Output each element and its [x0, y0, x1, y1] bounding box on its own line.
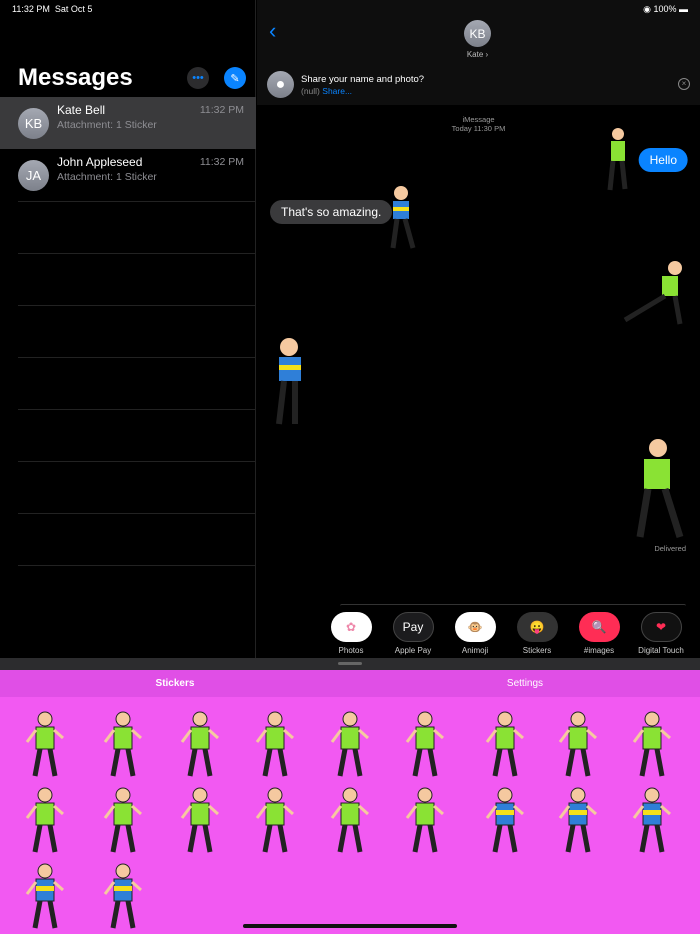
- drag-handle[interactable]: [338, 662, 362, 665]
- sticker-girl[interactable]: [15, 708, 75, 780]
- sticker-tabs: Stickers Settings: [0, 670, 700, 697]
- message-time: 11:32 PM: [199, 104, 244, 116]
- share-link[interactable]: Share...: [322, 86, 352, 96]
- message-time: 11:32 PM: [199, 156, 244, 168]
- conversation-header: ‹ KB Kate › ● Share your name and photo?…: [257, 0, 700, 105]
- apple-pay-icon: Pay: [392, 612, 434, 642]
- sticker-girl[interactable]: [622, 708, 682, 780]
- sticker-boy[interactable]: [548, 784, 608, 856]
- divider: [18, 201, 256, 202]
- more-button[interactable]: •••: [187, 67, 209, 89]
- app-stickers[interactable]: 😛 Stickers: [506, 612, 568, 655]
- close-icon[interactable]: ×: [678, 78, 690, 90]
- app-photos[interactable]: ✿ Photos: [320, 612, 382, 655]
- delivered-status: Delivered: [654, 544, 686, 553]
- share-prompt-title: Share your name and photo?: [301, 74, 425, 85]
- back-icon[interactable]: ‹: [269, 18, 276, 44]
- photos-icon: ✿: [330, 612, 372, 642]
- app-label: Photos: [338, 646, 364, 655]
- app-label: #images: [583, 646, 615, 655]
- sent-message[interactable]: Hello: [638, 148, 688, 172]
- sticker-girl[interactable]: [620, 432, 692, 540]
- avatar: KB: [18, 108, 49, 139]
- drawer-handle-bar[interactable]: [0, 658, 700, 670]
- battery-status: ◉ 100% ▬: [643, 4, 688, 14]
- contact-avatar[interactable]: KB: [464, 20, 491, 47]
- conversation-row[interactable]: KB Kate Bell Attachment: 1 Sticker 11:32…: [0, 97, 256, 149]
- contact-name-button[interactable]: Kate ›: [457, 50, 498, 59]
- contact-name: Kate Bell: [57, 103, 106, 117]
- home-indicator: [243, 924, 457, 928]
- sticker-girl[interactable]: [395, 708, 455, 780]
- tab-settings[interactable]: Settings: [350, 670, 700, 697]
- divider: [18, 461, 256, 462]
- app-label: Apple Pay: [394, 646, 432, 655]
- memoji-icon: 😛: [516, 612, 558, 642]
- share-prompt-sub: (null) Share...: [301, 86, 353, 96]
- sticker-boy[interactable]: [93, 860, 153, 932]
- sticker-girl[interactable]: [170, 708, 230, 780]
- app-digital-touch[interactable]: ❤ Digital Touch: [630, 612, 692, 655]
- tab-stickers[interactable]: Stickers: [0, 670, 350, 697]
- sticker-girl[interactable]: [245, 784, 305, 856]
- message-preview: Attachment: 1 Sticker: [57, 171, 157, 183]
- divider: [18, 305, 256, 306]
- divider: [18, 253, 256, 254]
- message-input[interactable]: [340, 604, 686, 608]
- divider: [18, 565, 256, 566]
- app-animoji[interactable]: 🐵 Animoji: [444, 612, 506, 655]
- sidebar: Messages ••• ✎ KB Kate Bell Attachment: …: [0, 0, 256, 658]
- sticker-girl[interactable]: [395, 784, 455, 856]
- contact-name: John Appleseed: [57, 155, 143, 169]
- app-label: Stickers: [522, 646, 552, 655]
- sticker-girl[interactable]: [15, 784, 75, 856]
- sticker-boy[interactable]: [622, 784, 682, 856]
- status-time: 11:32 PM Sat Oct 5: [12, 4, 93, 14]
- sticker-boy[interactable]: [15, 860, 75, 932]
- sticker-girl[interactable]: [93, 784, 153, 856]
- person-icon: ●: [267, 71, 294, 98]
- app-images[interactable]: 🔍 #images: [568, 612, 630, 655]
- app-label: Animoji: [461, 646, 489, 655]
- divider: [18, 409, 256, 410]
- sticker-girl[interactable]: [620, 250, 690, 328]
- compose-button[interactable]: ✎: [224, 67, 246, 89]
- sticker-girl[interactable]: [475, 708, 535, 780]
- images-search-icon: 🔍: [578, 612, 620, 642]
- app-apple-pay[interactable]: Pay Apple Pay: [382, 612, 444, 655]
- sticker-girl[interactable]: [170, 784, 230, 856]
- sticker-girl[interactable]: [320, 784, 380, 856]
- sticker-girl[interactable]: [548, 708, 608, 780]
- sticker-boy[interactable]: [383, 182, 425, 252]
- sticker-boy[interactable]: [265, 332, 315, 428]
- app-label: Digital Touch: [638, 646, 684, 655]
- sticker-girl[interactable]: [600, 125, 640, 195]
- heart-icon: ❤: [640, 612, 682, 642]
- avatar: JA: [18, 160, 49, 191]
- sticker-girl[interactable]: [245, 708, 305, 780]
- divider: [18, 357, 256, 358]
- divider: [18, 513, 256, 514]
- app-drawer: ✿ Photos Pay Apple Pay 🐵 Animoji 😛 Stickers …: [320, 612, 692, 655]
- page-title: Messages: [18, 64, 133, 91]
- conversation-row[interactable]: JA John Appleseed Attachment: 1 Sticker …: [0, 149, 256, 201]
- animoji-icon: 🐵: [454, 612, 496, 642]
- sticker-girl[interactable]: [93, 708, 153, 780]
- sticker-girl[interactable]: [320, 708, 380, 780]
- sticker-boy[interactable]: [475, 784, 535, 856]
- received-message[interactable]: That's so amazing.: [270, 200, 393, 224]
- message-preview: Attachment: 1 Sticker: [57, 119, 157, 131]
